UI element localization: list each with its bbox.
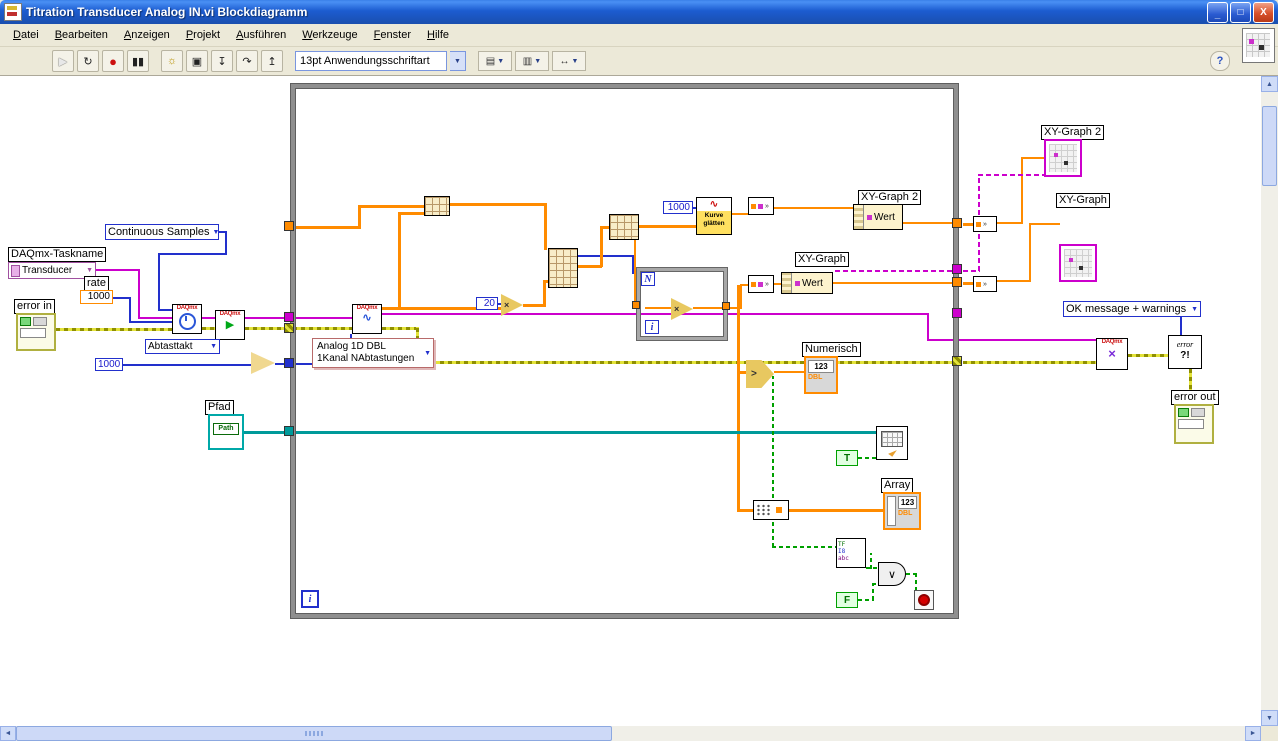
tunnels-layer — [0, 76, 1261, 726]
window-controls: _ □ X — [1207, 1, 1274, 23]
chevron-down-icon: ▼ — [497, 57, 505, 65]
tunnel — [284, 323, 294, 333]
tunnel — [722, 302, 730, 310]
menu-bearbeiten[interactable]: Bearbeiten — [48, 27, 115, 43]
resize-icon: ↔ — [559, 55, 570, 67]
align-icon: ▤ — [485, 55, 496, 67]
tunnel — [284, 221, 294, 231]
app-icon[interactable] — [4, 3, 22, 21]
diagram-canvas[interactable]: i Continuous Samples ▼ DAQmx-Taskname Tr… — [0, 76, 1261, 726]
labview-window: Titration Transducer Analog IN.vi Blockd… — [0, 0, 1278, 741]
tunnel — [952, 277, 962, 287]
retain-wire-values-button[interactable]: ▣ — [186, 50, 208, 72]
chevron-down-icon: ▼ — [534, 57, 542, 65]
menu-datei[interactable]: Datei — [6, 27, 46, 43]
tunnel — [284, 312, 294, 322]
tunnel — [952, 264, 962, 274]
menu-bar: Datei Bearbeiten Anzeigen Projekt Ausfüh… — [0, 24, 1278, 47]
font-selector[interactable]: 13pt Anwendungsschriftart — [295, 51, 447, 71]
close-button[interactable]: X — [1253, 1, 1274, 23]
vertical-scrollbar[interactable]: ▲ ▼ — [1261, 76, 1278, 726]
maximize-button[interactable]: □ — [1230, 1, 1251, 23]
chevron-down-icon: ▼ — [571, 57, 579, 65]
context-help-button[interactable]: ? — [1210, 51, 1230, 71]
step-into-button[interactable]: ↧ — [211, 50, 233, 72]
menu-anzeigen[interactable]: Anzeigen — [117, 27, 177, 43]
tunnel — [952, 356, 962, 366]
font-selector-arrow-icon[interactable]: ▼ — [450, 51, 466, 71]
scroll-down-button[interactable]: ▼ — [1261, 710, 1278, 726]
scroll-up-button[interactable]: ▲ — [1261, 76, 1278, 92]
tunnel — [952, 308, 962, 318]
menu-projekt[interactable]: Projekt — [179, 27, 227, 43]
vi-icon-thumbnail[interactable] — [1242, 28, 1275, 63]
grip-icon — [305, 731, 323, 736]
toolbar: ▶ ↻ ● ▮▮ ☼ ▣ ↧ ↷ ↥ 13pt Anwendungsschrif… — [0, 47, 1278, 76]
vertical-scroll-thumb[interactable] — [1262, 106, 1277, 186]
tunnel — [632, 301, 640, 309]
distribute-objects-button[interactable]: ▥ ▼ — [515, 51, 549, 71]
menu-fenster[interactable]: Fenster — [367, 27, 418, 43]
highlight-execution-button[interactable]: ☼ — [161, 50, 183, 72]
pause-button[interactable]: ▮▮ — [127, 50, 149, 72]
align-objects-button[interactable]: ▤ ▼ — [478, 51, 512, 71]
abort-button[interactable]: ● — [102, 50, 124, 72]
menu-ausfuehren[interactable]: Ausführen — [229, 27, 293, 43]
menu-werkzeuge[interactable]: Werkzeuge — [295, 27, 364, 43]
minimize-button[interactable]: _ — [1207, 1, 1228, 23]
window-title: Titration Transducer Analog IN.vi Blockd… — [26, 5, 308, 19]
run-continuous-button[interactable]: ↻ — [77, 50, 99, 72]
step-over-button[interactable]: ↷ — [236, 50, 258, 72]
vertical-scroll-track[interactable] — [1261, 92, 1278, 710]
tunnel — [284, 358, 294, 368]
step-out-button[interactable]: ↥ — [261, 50, 283, 72]
tunnel — [952, 218, 962, 228]
tunnel — [284, 426, 294, 436]
distribute-icon: ▥ — [522, 55, 533, 67]
run-button[interactable]: ▶ — [52, 50, 74, 72]
menu-hilfe[interactable]: Hilfe — [420, 27, 456, 43]
resize-objects-button[interactable]: ↔ ▼ — [552, 51, 586, 71]
title-bar: Titration Transducer Analog IN.vi Blockd… — [0, 0, 1278, 24]
